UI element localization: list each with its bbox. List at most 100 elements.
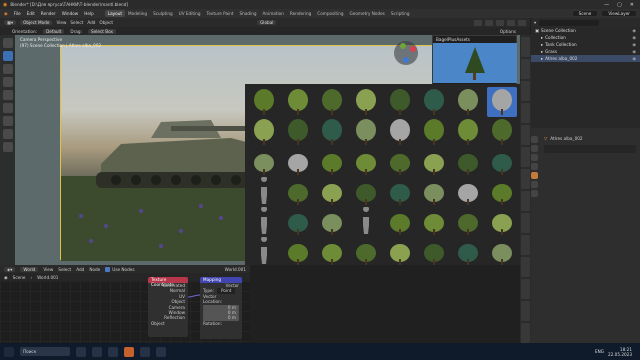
asset-thumbnail[interactable] bbox=[317, 147, 347, 177]
measure-tool-icon[interactable] bbox=[2, 129, 13, 139]
asset-thumbnail[interactable] bbox=[385, 87, 415, 117]
tab-scripting[interactable]: Scripting bbox=[388, 10, 413, 17]
asset-thumbnail[interactable] bbox=[419, 147, 449, 177]
asset-thumbnail[interactable] bbox=[283, 237, 313, 267]
shading-rendered-button[interactable] bbox=[518, 19, 526, 26]
blender-taskbar-icon[interactable] bbox=[124, 346, 134, 357]
asset-thumbnail[interactable] bbox=[317, 87, 347, 117]
asset-thumbnail[interactable] bbox=[385, 237, 415, 267]
asset-thumbnail[interactable] bbox=[249, 147, 279, 177]
tab-animation[interactable]: Animation bbox=[260, 10, 287, 17]
scene-selector[interactable]: Scene bbox=[572, 11, 598, 16]
asset-thumbnail[interactable] bbox=[317, 177, 347, 207]
outliner-row[interactable]: ▸ Tank Collection ◉ bbox=[531, 41, 640, 48]
tab-layout[interactable]: Layout bbox=[104, 10, 126, 17]
language-indicator[interactable]: ENG bbox=[595, 349, 604, 354]
shader-type-dropdown[interactable]: World bbox=[20, 266, 39, 272]
menu-window[interactable]: Window bbox=[59, 11, 82, 16]
move-tool-icon[interactable] bbox=[2, 64, 13, 74]
object-name-field[interactable]: Atlres alba_002 bbox=[550, 136, 582, 141]
asset-thumbnail[interactable] bbox=[351, 177, 381, 207]
visibility-eye-icon[interactable]: ◉ bbox=[632, 42, 640, 47]
explorer-icon[interactable] bbox=[92, 346, 102, 357]
visibility-eye-icon[interactable]: ◉ bbox=[632, 35, 640, 40]
windows-start-icon[interactable] bbox=[4, 346, 14, 357]
use-nodes-checkbox[interactable]: Use Nodes bbox=[105, 266, 135, 272]
asset-thumbnail[interactable] bbox=[487, 237, 517, 267]
asset-thumbnail[interactable] bbox=[283, 207, 313, 237]
visibility-eye-icon[interactable]: ◉ bbox=[632, 49, 640, 54]
scene-props-icon[interactable] bbox=[531, 163, 538, 170]
asset-thumbnail[interactable] bbox=[317, 237, 347, 267]
tab-rendering[interactable]: Rendering bbox=[287, 10, 314, 17]
editor-type-button[interactable]: ▦▾ bbox=[4, 20, 17, 25]
view-layer-selector[interactable]: ViewLayer bbox=[602, 11, 636, 16]
asset-thumbnail[interactable] bbox=[249, 117, 279, 147]
asset-thumbnail[interactable] bbox=[351, 87, 381, 117]
asset-thumbnail[interactable] bbox=[419, 237, 449, 267]
select-box-tool-icon[interactable] bbox=[2, 51, 13, 61]
rotate-tool-icon[interactable] bbox=[2, 77, 13, 87]
asset-thumbnail[interactable] bbox=[317, 207, 347, 237]
visibility-eye-icon[interactable]: ◉ bbox=[632, 28, 640, 33]
outliner-row[interactable]: ▸ Atlres alba_002 ◉ bbox=[531, 55, 640, 62]
transform-orientation-dropdown[interactable]: Global bbox=[257, 20, 277, 25]
overlay-toggle[interactable] bbox=[474, 19, 482, 26]
tab-geometry-nodes[interactable]: Geometry Nodes bbox=[347, 10, 388, 17]
navigation-gizmo[interactable] bbox=[392, 39, 420, 67]
asset-thumbnail[interactable] bbox=[385, 177, 415, 207]
sidebar-tab[interactable] bbox=[521, 37, 530, 57]
drag-dropdown[interactable]: Select Box bbox=[87, 28, 117, 34]
asset-thumbnail[interactable] bbox=[317, 117, 347, 147]
sidebar-tab[interactable] bbox=[521, 235, 530, 255]
asset-thumbnail[interactable] bbox=[283, 117, 313, 147]
asset-thumbnail[interactable] bbox=[385, 117, 415, 147]
node-menu-view[interactable]: View bbox=[43, 267, 53, 272]
asset-thumbnail[interactable] bbox=[283, 87, 313, 117]
transform-tool-icon[interactable] bbox=[2, 103, 13, 113]
sidebar-tab[interactable] bbox=[521, 279, 530, 299]
sidebar-tab[interactable] bbox=[521, 59, 530, 79]
cursor-tool-icon[interactable] bbox=[2, 38, 13, 48]
outliner-search-icon[interactable] bbox=[539, 19, 600, 26]
sidebar-tab[interactable] bbox=[521, 301, 530, 321]
asset-thumbnail[interactable] bbox=[351, 237, 381, 267]
options-dropdown[interactable]: Options bbox=[500, 29, 530, 34]
outliner-filter-icon[interactable]: ▾ bbox=[534, 20, 536, 25]
material-props-icon[interactable] bbox=[531, 190, 538, 197]
node-menu-add[interactable]: Add bbox=[76, 267, 84, 272]
asset-thumbnail[interactable] bbox=[453, 177, 483, 207]
tab-modeling[interactable]: Modeling bbox=[125, 10, 150, 17]
sidebar-tab[interactable] bbox=[521, 147, 530, 167]
asset-thumbnail[interactable] bbox=[283, 147, 313, 177]
modifier-props-icon[interactable] bbox=[531, 181, 538, 188]
shading-material-button[interactable] bbox=[507, 19, 515, 26]
object-props-icon[interactable] bbox=[531, 172, 538, 179]
outliner-row[interactable]: ▸ Grass ◉ bbox=[531, 48, 640, 55]
asset-thumbnail[interactable] bbox=[453, 147, 483, 177]
asset-thumbnail[interactable] bbox=[487, 87, 517, 117]
asset-thumbnail[interactable] bbox=[453, 117, 483, 147]
annotate-tool-icon[interactable] bbox=[2, 116, 13, 126]
task-view-icon[interactable] bbox=[76, 346, 86, 357]
asset-thumbnail[interactable] bbox=[249, 236, 279, 267]
node-editor-type-button[interactable]: ◈▾ bbox=[4, 266, 16, 272]
asset-thumbnail[interactable] bbox=[385, 147, 415, 177]
asset-thumbnail[interactable] bbox=[249, 87, 279, 117]
taskbar-search[interactable]: Поиск bbox=[20, 347, 70, 356]
asset-thumbnail[interactable] bbox=[351, 147, 381, 177]
close-button[interactable]: ✕ bbox=[630, 2, 634, 8]
mapping-node[interactable]: Mapping Vector Type: Point Vector Locati… bbox=[200, 277, 242, 339]
menu-render[interactable]: Render bbox=[38, 11, 59, 16]
menu-select-3d[interactable]: Select bbox=[70, 20, 83, 25]
asset-thumbnail[interactable] bbox=[487, 117, 517, 147]
tab-sculpting[interactable]: Sculpting bbox=[150, 10, 176, 17]
maximize-button[interactable]: ▢ bbox=[617, 2, 622, 8]
texture-coordinate-node[interactable]: Texture Coordinate Generated Normal UV O… bbox=[148, 277, 188, 337]
blender-menu-icon[interactable]: ◉ bbox=[4, 11, 8, 16]
node-menu-select[interactable]: Select bbox=[58, 267, 71, 272]
asset-thumbnail[interactable] bbox=[453, 207, 483, 237]
tab-compositing[interactable]: Compositing bbox=[314, 10, 346, 17]
object-mode-dropdown[interactable]: Object Mode bbox=[20, 20, 53, 25]
asset-thumbnail[interactable] bbox=[487, 177, 517, 207]
